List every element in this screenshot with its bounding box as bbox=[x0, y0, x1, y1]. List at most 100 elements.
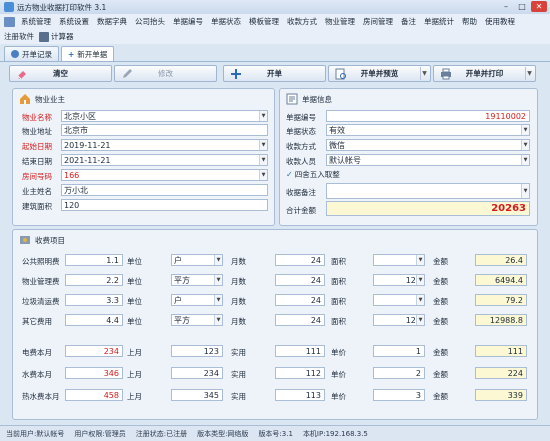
room-label: 房间号码 bbox=[22, 172, 52, 181]
fee-months-field[interactable]: 24 bbox=[275, 294, 325, 306]
fees-panel: 收费项目 公共照明费1.1单位户▼月数24面积1▼金额26.4物业管理费2.2单… bbox=[12, 229, 538, 420]
payment-method-select[interactable]: 微信 ▼ bbox=[326, 139, 530, 151]
meter-used-field[interactable]: 112 bbox=[275, 367, 325, 379]
fee-area-label: 面积 bbox=[331, 297, 346, 306]
meter-used-field[interactable]: 113 bbox=[275, 389, 325, 401]
meter-name: 电费本月 bbox=[22, 348, 52, 357]
fee-months-field[interactable]: 24 bbox=[275, 314, 325, 326]
open-preview-button[interactable]: 开单并预览 ▼ bbox=[328, 65, 431, 82]
menu-bar: 系统管理 系统设置 数据字典 公司抬头 单据编号 单据状态 模板管理 收款方式 … bbox=[0, 14, 550, 29]
property-header: 物业业主 bbox=[35, 94, 65, 104]
tab-new-label: 新开单据 bbox=[77, 49, 108, 59]
end-date-value: 2021-11-21 bbox=[64, 155, 111, 165]
chevron-down-icon[interactable]: ▼ bbox=[521, 125, 529, 135]
chevron-down-icon[interactable]: ▼ bbox=[416, 315, 424, 325]
meter-cur-field[interactable]: 234 bbox=[65, 345, 123, 357]
print-dropdown-icon[interactable]: ▼ bbox=[525, 67, 533, 80]
meter-amount-field: 111 bbox=[475, 345, 527, 357]
menu-help[interactable]: 帮助 bbox=[458, 16, 481, 27]
preview-dropdown-icon[interactable]: ▼ bbox=[420, 67, 428, 80]
area-field[interactable]: 120 bbox=[61, 199, 268, 211]
menu-payment-method[interactable]: 收款方式 bbox=[283, 16, 321, 27]
fee-price-field[interactable]: 1.1 bbox=[65, 254, 123, 266]
fee-price-field[interactable]: 2.2 bbox=[65, 274, 123, 286]
meter-unit_price-field[interactable]: 1 bbox=[373, 345, 425, 357]
chevron-down-icon[interactable]: ▼ bbox=[214, 295, 222, 305]
meter-used-label: 实用 bbox=[231, 392, 246, 401]
menu-template[interactable]: 模板管理 bbox=[245, 16, 283, 27]
open-print-button[interactable]: 开单并打印 ▼ bbox=[433, 65, 536, 82]
menu-receipt-status[interactable]: 单据状态 bbox=[207, 16, 245, 27]
meter-cur-field[interactable]: 458 bbox=[65, 389, 123, 401]
chevron-down-icon[interactable]: ▼ bbox=[521, 155, 529, 165]
room-select[interactable]: 166 ▼ bbox=[61, 169, 268, 181]
chevron-down-icon[interactable]: ▼ bbox=[259, 155, 267, 165]
close-button[interactable]: ✕ bbox=[531, 1, 547, 12]
meter-cur-field[interactable]: 346 bbox=[65, 367, 123, 379]
meter-prev-field[interactable]: 345 bbox=[171, 389, 223, 401]
chevron-down-icon[interactable]: ▼ bbox=[416, 255, 424, 265]
chevron-down-icon[interactable]: ▼ bbox=[214, 315, 222, 325]
modify-button[interactable]: 修改 bbox=[114, 65, 217, 82]
menu-tutorial[interactable]: 使用教程 bbox=[481, 16, 519, 27]
property-addr-field[interactable]: 北京市 bbox=[61, 124, 268, 136]
meter-prev-field[interactable]: 123 bbox=[171, 345, 223, 357]
menu-company-header[interactable]: 公司抬头 bbox=[131, 16, 169, 27]
round-checkbox[interactable]: ✓ 四舍五入取整 bbox=[286, 169, 340, 180]
open-button[interactable]: 开单 bbox=[223, 65, 326, 82]
menu-app-icon[interactable] bbox=[4, 16, 15, 27]
menu-property[interactable]: 物业管理 bbox=[321, 16, 359, 27]
meter-unit_price-field[interactable]: 2 bbox=[373, 367, 425, 379]
menu-remark[interactable]: 备注 bbox=[397, 16, 420, 27]
calculator-button[interactable]: 计算器 bbox=[39, 31, 74, 42]
meter-prev-label: 上月 bbox=[127, 348, 142, 357]
clear-label: 清空 bbox=[53, 69, 68, 78]
payment-method-value: 微信 bbox=[329, 140, 345, 150]
meter-amount-label: 金额 bbox=[433, 370, 448, 379]
chevron-down-icon[interactable]: ▼ bbox=[214, 275, 222, 285]
menu-data-dictionary[interactable]: 数据字典 bbox=[93, 16, 131, 27]
meter-unit_price-field[interactable]: 3 bbox=[373, 389, 425, 401]
fee-price-field[interactable]: 4.4 bbox=[65, 314, 123, 326]
property-addr-label: 物业地址 bbox=[22, 127, 52, 136]
receipt-no-field[interactable]: 19110002 bbox=[326, 110, 530, 122]
payee-select[interactable]: 默认帐号 ▼ bbox=[326, 154, 530, 166]
menu-room[interactable]: 房间管理 bbox=[359, 16, 397, 27]
menu-statistics[interactable]: 单据统计 bbox=[420, 16, 458, 27]
start-date-picker[interactable]: 2019-11-21 ▼ bbox=[61, 139, 268, 151]
chevron-down-icon[interactable]: ▼ bbox=[259, 111, 267, 121]
meter-prev-field[interactable]: 234 bbox=[171, 367, 223, 379]
receipt-status-select[interactable]: 有效 ▼ bbox=[326, 124, 530, 136]
fee-area-label: 面积 bbox=[331, 277, 346, 286]
menu-receipt-number[interactable]: 单据编号 bbox=[169, 16, 207, 27]
chevron-down-icon[interactable]: ▼ bbox=[521, 184, 529, 198]
tab-new-receipt[interactable]: + 新开单据 bbox=[61, 46, 115, 61]
clear-button[interactable]: 清空 bbox=[9, 65, 112, 82]
end-date-picker[interactable]: 2021-11-21 ▼ bbox=[61, 154, 268, 166]
fee-months-field[interactable]: 24 bbox=[275, 274, 325, 286]
meter-used-field[interactable]: 111 bbox=[275, 345, 325, 357]
fee-unit-label: 单位 bbox=[127, 297, 142, 306]
chevron-down-icon[interactable]: ▼ bbox=[214, 255, 222, 265]
property-name-select[interactable]: 北京小区 ▼ bbox=[61, 110, 268, 122]
chevron-down-icon[interactable]: ▼ bbox=[521, 140, 529, 150]
room-value: 166 bbox=[64, 170, 80, 180]
fee-price-field[interactable]: 3.3 bbox=[65, 294, 123, 306]
remark-select[interactable]: ▼ bbox=[326, 183, 530, 199]
maximize-button[interactable]: □ bbox=[515, 1, 529, 12]
register-software-button[interactable]: 注册软件 bbox=[4, 31, 34, 42]
menu-system-settings[interactable]: 系统设置 bbox=[55, 16, 93, 27]
chevron-down-icon[interactable]: ▼ bbox=[259, 170, 267, 180]
chevron-down-icon[interactable]: ▼ bbox=[416, 295, 424, 305]
fee-unit-label: 单位 bbox=[127, 257, 142, 266]
tab-records[interactable]: 开单记录 bbox=[4, 46, 59, 61]
status-ip: 本机IP:192.168.3.5 bbox=[302, 429, 368, 438]
plus-icon: + bbox=[68, 49, 75, 59]
fee-months-field[interactable]: 24 bbox=[275, 254, 325, 266]
owner-field[interactable]: 万小北 bbox=[61, 184, 268, 196]
calculator-icon bbox=[39, 31, 49, 42]
minimize-button[interactable]: – bbox=[499, 1, 513, 12]
menu-system-manage[interactable]: 系统管理 bbox=[17, 16, 55, 27]
chevron-down-icon[interactable]: ▼ bbox=[259, 140, 267, 150]
chevron-down-icon[interactable]: ▼ bbox=[416, 275, 424, 285]
